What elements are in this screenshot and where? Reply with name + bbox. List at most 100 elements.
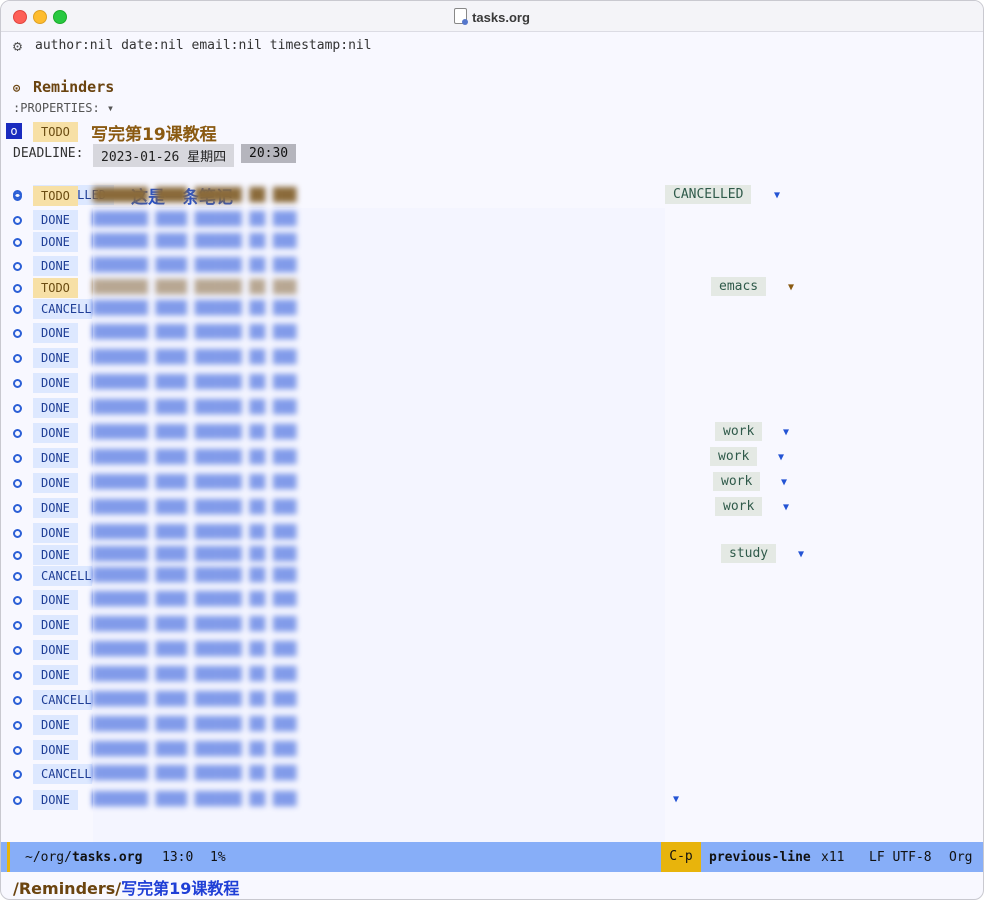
mode-line-indicator [7,842,10,872]
done-keyword[interactable]: DONE [33,423,78,443]
list-bullet-icon [13,671,22,680]
done-keyword[interactable]: DONE [33,715,78,735]
done-keyword[interactable]: DONE [33,256,78,276]
list-bullet-icon [13,770,22,779]
cancelled-keyword[interactable]: CANCELL [33,764,92,784]
done-keyword[interactable]: DONE [33,348,78,368]
gear-icon: ⚙ [13,37,23,55]
done-keyword[interactable]: DONE [33,740,78,760]
list-bullet-icon [13,696,22,705]
todo-keyword[interactable]: TODO [33,278,78,298]
done-keyword[interactable]: DONE [33,398,78,418]
fold-indicator-icon[interactable]: ▼ [798,549,804,560]
cancelled-keyword[interactable]: CANCELL [33,690,92,710]
minibuffer-breadcrumb: /Reminders/写完第19课教程 [13,879,240,898]
fold-indicator-icon[interactable]: ▼ [783,427,789,438]
done-keyword[interactable]: DONE [33,790,78,810]
buffer-percent: 1% [210,850,226,865]
list-bullet-icon [13,238,22,247]
fold-indicator-icon[interactable]: ▼ [783,502,789,513]
tag-work[interactable]: work [713,472,761,491]
properties-drawer[interactable]: :PROPERTIES: ▾ [13,101,114,115]
heading-reminders[interactable]: ⊙ Reminders [13,78,114,96]
list-bullet-icon [13,192,22,201]
list-bullet-icon [13,721,22,730]
done-keyword[interactable]: DONE [33,640,78,660]
window-title: tasks.org [1,8,983,25]
cursor-position: 13:0 [162,850,194,865]
done-keyword[interactable]: DONE [33,615,78,635]
last-command: previous-line [709,850,811,865]
tag-study[interactable]: study [721,544,777,563]
done-keyword[interactable]: DONE [33,665,78,685]
list-bullet-icon [13,551,22,560]
list-bullet-icon [13,646,22,655]
window-title-text: tasks.org [472,10,530,25]
list-bullet-icon [13,354,22,363]
breadcrumb-current[interactable]: 写完第19课教程 [121,879,239,898]
fold-indicator-icon[interactable]: ▼ [781,477,787,488]
title-bar: tasks.org [1,1,983,32]
list-bullet-icon [13,429,22,438]
redacted-entry-title: ███████ ████ ██████ ██ ███ [93,188,297,203]
tag-work[interactable]: work [715,422,763,441]
encoding[interactable]: LF UTF-8 [869,850,932,865]
path-prefix: ~/org/ [25,850,72,865]
emacs-window: tasks.org ⚙ author:nil date:nil email:ni… [0,0,984,900]
list-bullet-icon [13,305,22,314]
cancelled-keyword[interactable]: CANCELL [33,299,92,319]
done-keyword[interactable]: DONE [33,210,78,230]
list-bullet-icon [13,284,22,293]
todo-keyword[interactable]: TODO [33,186,78,206]
buffer-path[interactable]: ~/org/tasks.org [25,850,142,865]
fold-indicator-icon[interactable]: ▼ [778,452,784,463]
list-bullet-icon [13,479,22,488]
list-bullet-icon [13,529,22,538]
list-bullet-icon [13,379,22,388]
done-keyword[interactable]: DONE [33,590,78,610]
fold-indicator-icon[interactable]: ▼ [673,794,679,805]
command-count: x11 [821,850,845,865]
redacted-content [93,208,665,843]
list-bullet-icon [13,621,22,630]
heading-bullet-icon: ⊙ [13,81,21,95]
list-bullet-icon [13,504,22,513]
list-bullet-icon [13,454,22,463]
tag-emacs[interactable]: emacs [711,277,767,296]
tag-work[interactable]: work [710,447,758,466]
deadline-date[interactable]: 2023-01-26 星期四 [93,144,235,167]
mode-line: ~/org/tasks.org 13:0 1% C-p previous-lin… [1,842,983,872]
last-key: C-p [661,842,701,872]
list-bullet-icon [13,572,22,581]
fold-indicator-icon[interactable]: ▼ [774,190,780,201]
tag-work[interactable]: work [715,497,763,516]
done-keyword[interactable]: DONE [33,373,78,393]
document-icon [454,8,469,25]
fold-indicator-icon[interactable]: ▼ [788,282,794,293]
list-bullet-icon [13,596,22,605]
breadcrumb-parent[interactable]: Reminders [19,879,115,898]
todo-keyword[interactable]: TODO [33,122,78,142]
current-task-title[interactable]: 写完第19课教程 [91,120,217,145]
done-keyword[interactable]: DONE [33,523,78,543]
done-keyword[interactable]: DONE [33,545,78,565]
list-bullet-icon [13,746,22,755]
done-keyword[interactable]: DONE [33,323,78,343]
list-bullet-icon [13,796,22,805]
done-keyword[interactable]: DONE [33,232,78,252]
deadline-time[interactable]: 20:30 [241,144,297,163]
file-options: author:nil date:nil email:nil timestamp:… [35,38,372,53]
done-keyword[interactable]: DONE [33,448,78,468]
done-keyword[interactable]: DONE [33,498,78,518]
heading-title: Reminders [33,78,115,96]
editor-buffer[interactable]: ⚙ author:nil date:nil email:nil timestam… [1,32,983,843]
list-bullet-icon [13,329,22,338]
tag-cancelled[interactable]: CANCELLED [665,185,752,204]
major-mode[interactable]: Org [949,850,972,865]
cursor: o [6,123,22,139]
buffer-name: tasks.org [71,850,143,865]
list-bullet-icon [13,262,22,271]
cancelled-keyword[interactable]: CANCELL [33,566,92,586]
done-keyword[interactable]: DONE [33,473,78,493]
list-bullet-icon [13,404,22,413]
